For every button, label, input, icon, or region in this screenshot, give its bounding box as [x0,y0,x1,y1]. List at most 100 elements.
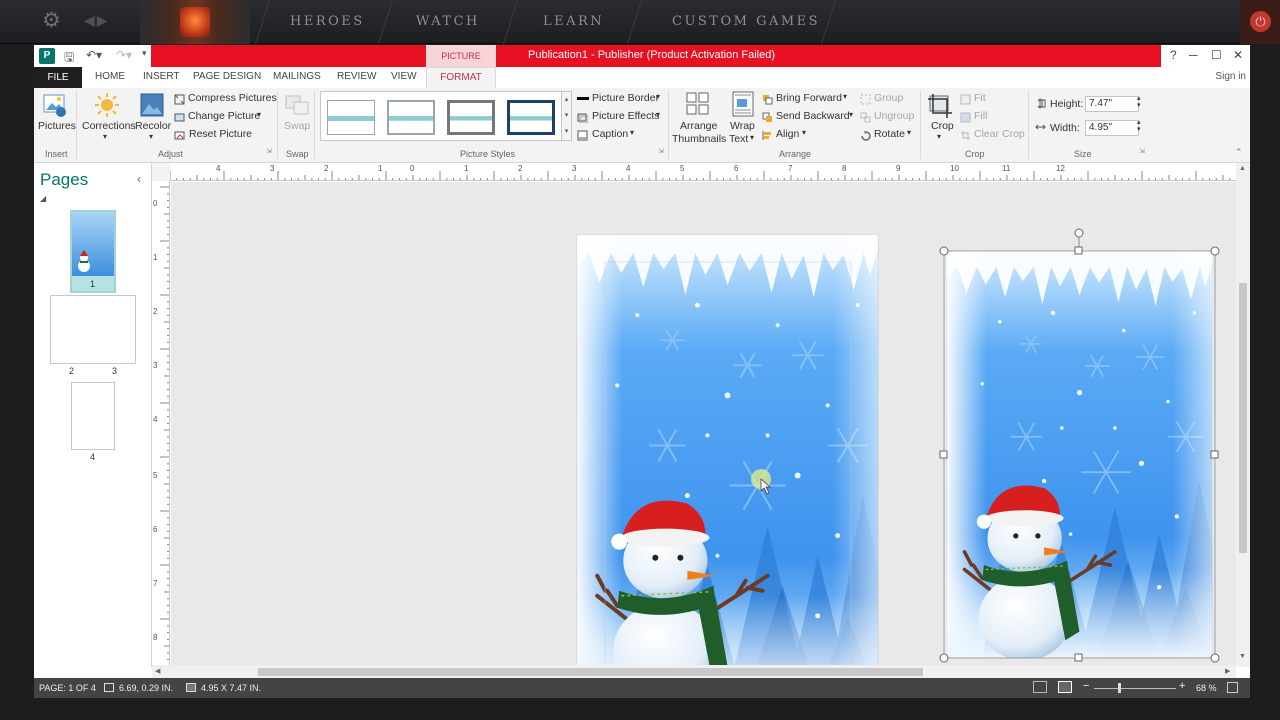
rotate-button[interactable]: Rotate [874,128,905,140]
picture-border-button[interactable]: Picture Border [592,92,659,104]
vertical-ruler[interactable]: 0 1 2 3 4 5 6 7 8 [152,181,170,667]
horizontal-ruler[interactable]: 5 4 3 2 1 0 1 2 3 4 5 6 7 8 9 10 11 12 [170,163,1236,181]
corrections-button[interactable]: Corrections [82,120,136,132]
collapse-pane-icon[interactable]: ‹ [137,172,141,186]
page-thumb-2-3[interactable] [50,295,136,364]
nav-heroes[interactable]: HEROES [290,14,365,29]
publication-canvas[interactable] [171,182,1237,665]
ungroup-button[interactable]: Ungroup [874,110,914,122]
zoom-level[interactable]: 68 % [1196,683,1217,693]
vertical-scroll-thumb[interactable] [1239,283,1247,553]
publisher-logo-icon: P [39,48,55,64]
width-field[interactable]: 4.95" [1085,120,1139,136]
sign-in-link[interactable]: Sign in [1215,71,1246,82]
arrange-thumbnails-button-line1[interactable]: Arrange [680,120,717,132]
fit-page-icon[interactable] [1227,682,1238,693]
styles-gallery-scroll[interactable]: ▴ ▾ ▾ [561,91,572,141]
rotate-dropdown-icon[interactable]: ▾ [907,128,911,137]
zoom-out-icon[interactable]: − [1083,680,1089,692]
width-stepper[interactable]: ▴ ▾ [1137,119,1141,133]
vertical-scrollbar[interactable]: ▲ ▼ [1236,163,1250,667]
nav-custom-games[interactable]: CUSTOM GAMES [672,14,820,29]
wrap-text-dropdown-icon[interactable]: ▾ [750,133,754,142]
send-backward-button[interactable]: Send Backward [776,110,850,122]
close-button[interactable]: ✕ [1233,48,1243,62]
caption-dropdown-icon[interactable]: ▾ [630,128,634,137]
customize-qat-icon[interactable]: ▾ [142,48,147,59]
page-thumb-4[interactable] [71,382,115,450]
status-page[interactable]: PAGE: 1 OF 4 [39,683,96,693]
height-field[interactable]: 7.47" [1085,96,1139,112]
zoom-slider[interactable] [1094,688,1176,689]
align-button[interactable]: Align [776,128,799,140]
dota-logo[interactable] [140,0,250,44]
pictures-button[interactable]: Pictures [38,120,76,132]
tab-file[interactable]: FILE [34,67,82,88]
nav-arrows-icon[interactable]: ◀▶ [84,12,110,29]
compress-pictures-button[interactable]: Compress Pictures [188,92,277,104]
scroll-down-icon[interactable]: ▼ [1239,653,1246,660]
wrap-text-button-line1[interactable]: Wrap [730,120,755,132]
zoom-in-icon[interactable]: + [1179,680,1185,692]
change-picture-button[interactable]: Change Picture [188,110,260,122]
fit-button[interactable]: Fit [974,92,986,104]
two-page-view-icon[interactable] [1058,681,1072,693]
tab-format[interactable]: FORMAT [426,67,496,88]
crop-dropdown-icon[interactable]: ▾ [937,132,941,141]
nav-watch[interactable]: WATCH [416,14,480,29]
group-button[interactable]: Group [874,92,903,104]
maximize-button[interactable]: ☐ [1211,48,1222,62]
picture-style-4[interactable] [507,100,555,135]
minimize-button[interactable]: ─ [1189,48,1198,62]
reset-picture-button[interactable]: Reset Picture [189,128,252,140]
horizontal-scrollbar[interactable]: ◀ ▶ [152,665,1236,679]
bring-forward-dropdown-icon[interactable]: ▾ [843,92,847,101]
corrections-dropdown-icon[interactable]: ▾ [103,132,107,141]
redo-icon[interactable]: ↷▾ [116,48,132,62]
save-icon[interactable]: 🖫 [64,48,74,69]
bring-forward-button[interactable]: Bring Forward [776,92,842,104]
picture-style-1[interactable] [327,100,375,135]
size-dialog-launcher-icon[interactable]: ⇲ [1139,147,1145,155]
zoom-slider-thumb[interactable] [1118,683,1121,693]
scroll-up-icon[interactable]: ▲ [1239,165,1246,172]
expand-triangle-icon[interactable]: ◢ [40,194,46,203]
caption-button[interactable]: Caption [592,128,628,140]
picture-styles-dialog-launcher-icon[interactable]: ⇲ [658,147,664,155]
picture-effects-button[interactable]: Picture Effects [592,110,660,122]
fill-button[interactable]: Fill [974,110,987,122]
recolor-dropdown-icon[interactable]: ▾ [149,132,153,141]
tab-mailings[interactable]: MAILINGS [273,71,321,82]
clear-crop-button[interactable]: Clear Crop [974,128,1025,140]
tab-review[interactable]: REVIEW [337,71,376,82]
gear-icon[interactable]: ⚙ [42,10,61,31]
help-button[interactable]: ? [1170,48,1177,62]
picture-border-dropdown-icon[interactable]: ▾ [656,92,660,101]
align-dropdown-icon[interactable]: ▾ [802,128,806,137]
crop-button[interactable]: Crop [931,120,954,132]
collapse-ribbon-icon[interactable]: ⌃ [1235,147,1243,158]
height-stepper[interactable]: ▴ ▾ [1137,95,1141,109]
tab-page-design[interactable]: PAGE DESIGN [193,71,261,82]
tab-insert[interactable]: INSERT [143,71,180,82]
picture-effects-dropdown-icon[interactable]: ▾ [656,110,660,119]
picture-style-3[interactable] [447,100,495,135]
wrap-text-button-line2[interactable]: Text [729,133,748,145]
single-page-view-icon[interactable] [1033,681,1047,693]
power-icon[interactable]: ⏻ [1250,11,1271,32]
tab-home[interactable]: HOME [95,71,125,82]
tab-view[interactable]: VIEW [391,71,417,82]
adjust-dialog-launcher-icon[interactable]: ⇲ [266,147,272,155]
scroll-left-icon[interactable]: ◀ [155,667,160,675]
picture-style-2[interactable] [387,100,435,135]
send-backward-dropdown-icon[interactable]: ▾ [849,110,853,119]
horizontal-scroll-thumb[interactable] [258,668,923,676]
undo-icon[interactable]: ↶▾ [86,48,102,62]
arrange-thumbnails-button-line2[interactable]: Thumbnails [672,133,726,145]
swap-button[interactable]: Swap [284,120,310,132]
change-picture-dropdown-icon[interactable]: ▾ [257,110,261,119]
recolor-button[interactable]: Recolor [135,120,171,132]
scroll-right-icon[interactable]: ▶ [1225,667,1230,675]
nav-learn[interactable]: LEARN [543,14,604,29]
page-thumb-1[interactable]: 1 [70,210,116,293]
